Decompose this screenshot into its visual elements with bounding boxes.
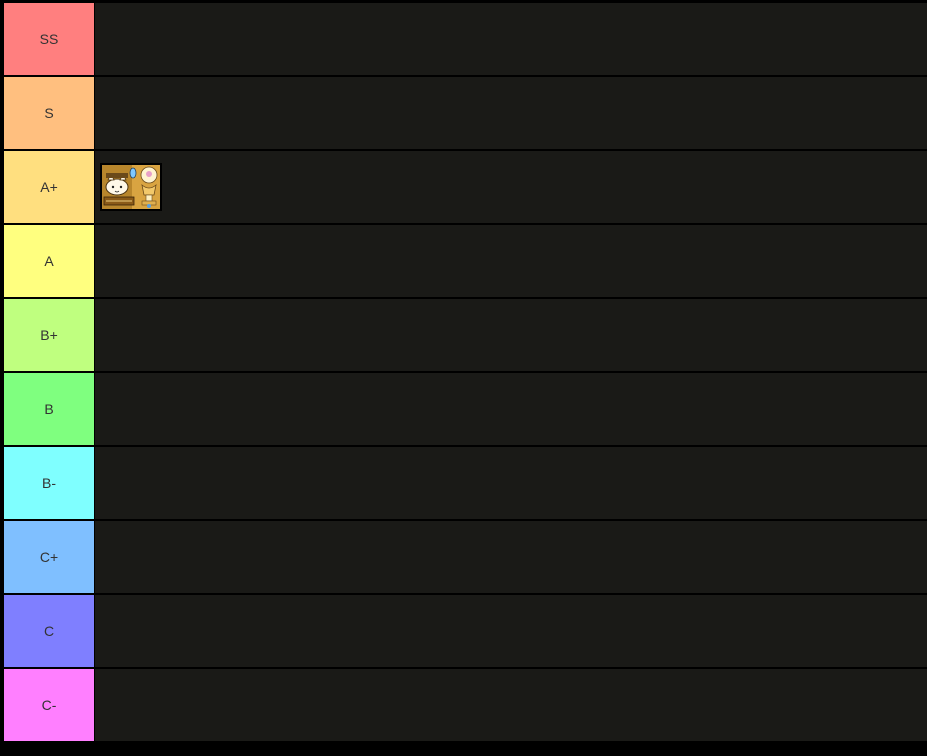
tier-label-a[interactable]: A bbox=[4, 225, 94, 297]
tier-label-ss[interactable]: SS bbox=[4, 3, 94, 75]
tier-row-c-minus: C- bbox=[4, 669, 927, 741]
tier-row-b-minus: B- bbox=[4, 447, 927, 519]
tier-label-c-plus[interactable]: C+ bbox=[4, 521, 94, 593]
tier-items-s[interactable] bbox=[95, 77, 927, 149]
tier-row-ss: SS bbox=[4, 3, 927, 75]
tier-label-b-minus[interactable]: B- bbox=[4, 447, 94, 519]
tier-list: SS S A+ A B+ B B- C+ C C- bbox=[0, 0, 927, 756]
tier-label-c-minus[interactable]: C- bbox=[4, 669, 94, 741]
tier-row-b: B bbox=[4, 373, 927, 445]
tier-items-c-minus[interactable] bbox=[95, 669, 927, 741]
tier-row-c-plus: C+ bbox=[4, 521, 927, 593]
tier-items-b-minus[interactable] bbox=[95, 447, 927, 519]
tier-label-a-plus[interactable]: A+ bbox=[4, 151, 94, 223]
tier-items-a-plus[interactable] bbox=[95, 151, 927, 223]
tier-label-b[interactable]: B bbox=[4, 373, 94, 445]
tier-items-b-plus[interactable] bbox=[95, 299, 927, 371]
tier-row-a-plus: A+ bbox=[4, 151, 927, 223]
tier-row-c: C bbox=[4, 595, 927, 667]
cat-unit-portrait-icon[interactable] bbox=[100, 163, 162, 211]
tier-label-s[interactable]: S bbox=[4, 77, 94, 149]
tier-items-a[interactable] bbox=[95, 225, 927, 297]
tier-label-c[interactable]: C bbox=[4, 595, 94, 667]
tier-row-s: S bbox=[4, 77, 927, 149]
tier-row-b-plus: B+ bbox=[4, 299, 927, 371]
tier-items-c-plus[interactable] bbox=[95, 521, 927, 593]
tier-label-b-plus[interactable]: B+ bbox=[4, 299, 94, 371]
tier-items-ss[interactable] bbox=[95, 3, 927, 75]
tier-row-a: A bbox=[4, 225, 927, 297]
tier-items-b[interactable] bbox=[95, 373, 927, 445]
tier-items-c[interactable] bbox=[95, 595, 927, 667]
